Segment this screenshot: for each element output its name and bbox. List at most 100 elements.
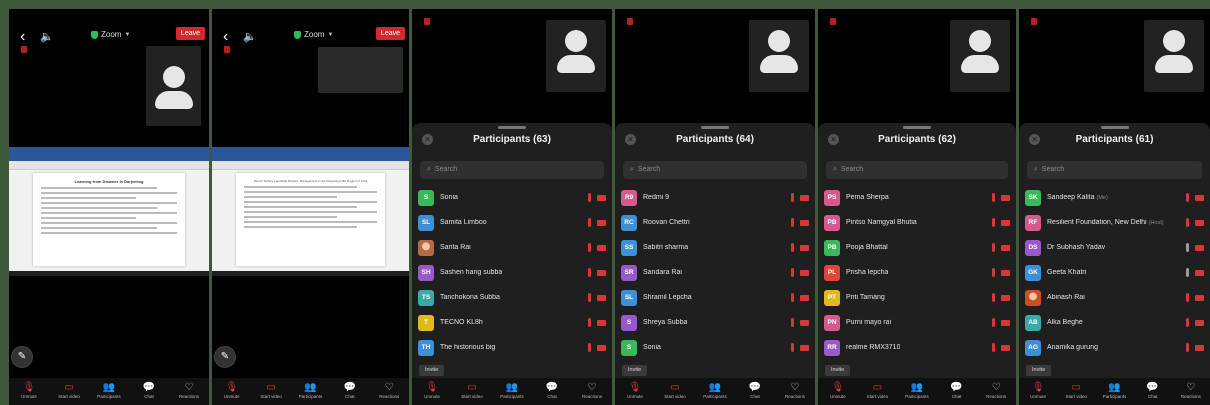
avatar: AB: [1025, 314, 1041, 331]
participant-role: (Host): [1148, 220, 1164, 226]
chat-button[interactable]: 💬 Chat: [334, 382, 366, 399]
self-video-tile[interactable]: [146, 46, 201, 126]
participant-row[interactable]: SR Sandara Rai: [615, 260, 815, 285]
drag-handle[interactable]: [1100, 126, 1129, 129]
unmute-button[interactable]: 🎙 Unmute: [619, 382, 651, 399]
participant-row[interactable]: PB Pintso Namgyal Bhutia: [818, 210, 1016, 235]
leave-button[interactable]: Leave: [375, 27, 405, 40]
participant-row[interactable]: PT Priti Tamang: [818, 285, 1016, 310]
self-video-tile[interactable]: [950, 20, 1010, 92]
participant-row[interactable]: AG Anamika gurung: [1019, 335, 1210, 360]
participant-row[interactable]: SH Sashen hang subba: [412, 260, 612, 285]
search-input[interactable]: ⌕ Search: [623, 161, 807, 179]
speaker-icon[interactable]: 🔈: [40, 30, 54, 43]
chat-button[interactable]: 💬 Chat: [739, 382, 771, 399]
participant-row[interactable]: PB Pooja Bhattal: [818, 235, 1016, 260]
search-input[interactable]: ⌕ Search: [1027, 161, 1202, 179]
self-video-tile[interactable]: [749, 20, 809, 92]
participant-row[interactable]: Abinash Rai: [1019, 285, 1210, 310]
participant-row[interactable]: RF Resilient Foundation, New Delhi (Host): [1019, 210, 1210, 235]
chat-button[interactable]: 💬 Chat: [941, 382, 973, 399]
participants-button[interactable]: 👥 Participants: [901, 382, 933, 399]
search-input[interactable]: ⌕ Search: [826, 161, 1008, 179]
video-off-icon: [1195, 270, 1204, 276]
participant-row[interactable]: RC Roovan Chettri: [615, 210, 815, 235]
reactions-button[interactable]: ♡ Reactions: [373, 382, 405, 399]
chat-icon: 💬: [142, 382, 156, 393]
reactions-button[interactable]: ♡ Reactions: [1175, 382, 1207, 399]
invite-button[interactable]: Invite: [1026, 365, 1052, 376]
participant-row[interactable]: AB Alka Beghe: [1019, 310, 1210, 335]
participant-row[interactable]: PS Pema Sherpa: [818, 185, 1016, 210]
participant-row[interactable]: R9 Redmi 9: [615, 185, 815, 210]
unmute-button[interactable]: 🎙 Unmute: [822, 382, 854, 399]
chat-icon: 💬: [1146, 382, 1159, 393]
chat-button[interactable]: 💬 Chat: [536, 382, 568, 399]
participant-row[interactable]: T TECNO KL8h: [412, 310, 612, 335]
participants-button[interactable]: 👥 Participants: [294, 382, 326, 399]
start-video-button[interactable]: ▭ Start video: [53, 382, 85, 399]
zoom-menu[interactable]: Zoom ▼: [91, 30, 130, 39]
unmute-button[interactable]: 🎙 Unmute: [13, 382, 45, 399]
participant-name: Dr Subhash Yadav: [1047, 244, 1106, 251]
invite-button[interactable]: Invite: [825, 365, 851, 376]
participants-button[interactable]: 👥 Participants: [1098, 382, 1130, 399]
participant-row[interactable]: GK Geeta Khatri: [1019, 260, 1210, 285]
unmute-button[interactable]: 🎙 Unmute: [1022, 382, 1054, 399]
participant-row[interactable]: TH The historious big: [412, 335, 612, 360]
participant-list: S Sonia SL Samita Limboo Sarita Rai SH Sashen …: [412, 185, 612, 362]
reactions-button[interactable]: ♡ Reactions: [173, 382, 205, 399]
self-video-tile[interactable]: [1144, 20, 1204, 92]
participant-row[interactable]: TS Tanchokona Subba: [412, 285, 612, 310]
participant-row[interactable]: DS Dr Subhash Yadav: [1019, 235, 1210, 260]
reactions-button[interactable]: ♡ Reactions: [576, 382, 608, 399]
speaker-icon[interactable]: 🔈: [243, 30, 257, 43]
zoom-menu[interactable]: Zoom ▼: [294, 30, 333, 39]
participant-row[interactable]: SS Sabitri sharma: [615, 235, 815, 260]
reactions-button[interactable]: ♡ Reactions: [779, 382, 811, 399]
participant-row[interactable]: RR realme RMX3710: [818, 335, 1016, 360]
participant-row[interactable]: PN Purni mayo rai: [818, 310, 1016, 335]
start-video-button[interactable]: ▭ Start video: [861, 382, 893, 399]
avatar: PL: [824, 264, 840, 281]
participants-button[interactable]: 👥 Participants: [496, 382, 528, 399]
search-input[interactable]: ⌕ Search: [420, 161, 604, 179]
participant-name: Tanchokona Subba: [440, 294, 500, 301]
participant-name: Sandeep Kalita (Me): [1047, 194, 1108, 201]
start-video-button[interactable]: ▭ Start video: [1060, 382, 1092, 399]
participant-row[interactable]: SK Sandeep Kalita (Me): [1019, 185, 1210, 210]
drag-handle[interactable]: [903, 126, 931, 129]
back-icon[interactable]: ‹: [20, 29, 25, 45]
participant-row[interactable]: S Shreya Subba: [615, 310, 815, 335]
annotate-pencil-icon[interactable]: ✎: [11, 346, 33, 368]
participant-row[interactable]: SL Samita Limboo: [412, 210, 612, 235]
invite-button[interactable]: Invite: [419, 365, 445, 376]
participant-row[interactable]: S Sonia: [615, 335, 815, 360]
back-icon[interactable]: ‹: [223, 29, 228, 45]
start-video-button[interactable]: ▭ Start video: [456, 382, 488, 399]
self-video-tile[interactable]: [546, 20, 606, 92]
start-video-button[interactable]: ▭ Start video: [255, 382, 287, 399]
annotate-pencil-icon[interactable]: ✎: [214, 346, 236, 368]
start-video-button[interactable]: ▭ Start video: [659, 382, 691, 399]
self-video-tile[interactable]: [318, 47, 403, 93]
leave-button[interactable]: Leave: [175, 27, 205, 40]
participant-row[interactable]: Sarita Rai: [412, 235, 612, 260]
invite-button[interactable]: Invite: [622, 365, 648, 376]
mic-muted-icon: [791, 218, 794, 227]
unmute-button[interactable]: 🎙 Unmute: [416, 382, 448, 399]
sheet-title: Participants (61): [1075, 134, 1154, 145]
reactions-button[interactable]: ♡ Reactions: [980, 382, 1012, 399]
participant-row[interactable]: S Sonia: [412, 185, 612, 210]
mic-muted-icon: [588, 318, 591, 327]
chat-button[interactable]: 💬 Chat: [133, 382, 165, 399]
participant-row[interactable]: SL Shramil Lepcha: [615, 285, 815, 310]
drag-handle[interactable]: [701, 126, 729, 129]
unmute-button[interactable]: 🎙 Unmute: [216, 382, 248, 399]
chat-button[interactable]: 💬 Chat: [1137, 382, 1169, 399]
participants-button[interactable]: 👥 Participants: [93, 382, 125, 399]
participant-row[interactable]: PL Prisha lepcha: [818, 260, 1016, 285]
drag-handle[interactable]: [498, 126, 526, 129]
participants-button[interactable]: 👥 Participants: [699, 382, 731, 399]
bottom-toolbar: 🎙 Unmute ▭ Start video 👥 Participants 💬 Chat…: [212, 378, 409, 405]
